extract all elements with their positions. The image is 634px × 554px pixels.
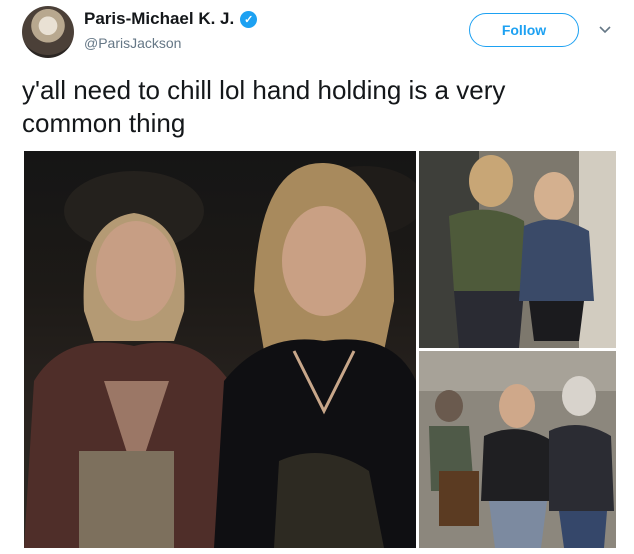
media-photo-bottom-right[interactable] (419, 351, 616, 548)
user-name-row: Paris-Michael K. J. ✓ (84, 9, 258, 29)
chevron-down-icon[interactable] (598, 22, 612, 36)
verified-badge-icon: ✓ (240, 10, 258, 28)
display-name[interactable]: Paris-Michael K. J. (84, 9, 234, 29)
user-handle[interactable]: @ParisJackson (84, 35, 181, 51)
tweet-media-grid (24, 151, 616, 548)
tweet-text: y'all need to chill lol hand holding is … (22, 75, 506, 138)
avatar[interactable] (22, 6, 74, 58)
media-photo-main[interactable] (24, 151, 416, 548)
media-photo-top-right[interactable] (419, 151, 616, 348)
follow-button[interactable]: Follow (469, 13, 579, 47)
